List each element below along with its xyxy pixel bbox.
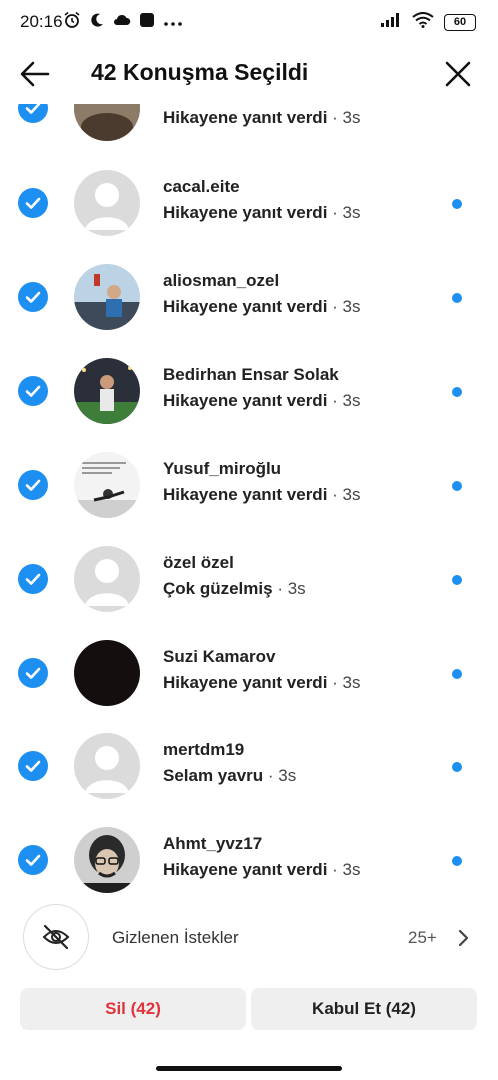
unread-dot (452, 387, 462, 397)
accept-button[interactable]: Kabul Et (42) (251, 988, 477, 1030)
selected-checkbox[interactable] (18, 282, 48, 312)
wifi-icon (412, 12, 434, 33)
hidden-requests-icon-circle (23, 904, 89, 970)
avatar (74, 827, 140, 893)
conversation-username: Suzi Kamarov (163, 647, 276, 666)
conversation-row[interactable]: Bedirhan Ensar Solak Hikayene yanıt verd… (0, 345, 498, 437)
conversation-message: Hikayene yanıt verdi · 3s (163, 108, 361, 127)
avatar (74, 264, 140, 330)
avatar-placeholder (74, 170, 140, 236)
conversation-username: aliosman_ozel (163, 271, 280, 290)
unread-dot (452, 481, 462, 491)
alarm-icon (63, 11, 81, 34)
delete-button[interactable]: Sil (42) (20, 988, 246, 1030)
battery-indicator: 60 (444, 14, 476, 31)
avatar (74, 358, 140, 424)
status-time: 20:16 (20, 12, 63, 31)
unread-dot (452, 762, 462, 772)
close-icon (445, 61, 471, 87)
conversation-row[interactable]: Ahmt_yvz17 Hikayene yanıt verdi · 3s (0, 814, 498, 906)
conversation-row[interactable]: özel özel Çok güzelmiş · 3s (0, 533, 498, 625)
unread-dot (452, 669, 462, 679)
selected-checkbox[interactable] (18, 658, 48, 688)
conversation-message: Hikayene yanıt verdi · 3s (163, 485, 361, 504)
conversation-row[interactable]: Suzi Kamarov Hikayene yanıt verdi · 3s (0, 627, 498, 719)
close-button[interactable] (442, 58, 474, 90)
conversation-username: özel özel (163, 553, 234, 572)
back-arrow-icon (20, 61, 50, 87)
selected-checkbox[interactable] (18, 845, 48, 875)
avatar (74, 640, 140, 706)
unread-dot (452, 293, 462, 303)
home-indicator[interactable] (156, 1066, 342, 1071)
conversation-username: mertdm19 (163, 740, 245, 759)
conversation-row[interactable]: Yusuf_miroğlu Hikayene yanıt verdi · 3s (0, 439, 498, 531)
more-notifications-icon (163, 14, 183, 32)
back-button[interactable] (18, 58, 52, 90)
conversation-message: Hikayene yanıt verdi · 3s (163, 297, 361, 316)
conversation-username: cacal.eite (163, 177, 240, 196)
conversation-message: Selam yavru · 3s (163, 766, 297, 785)
conversation-message: Hikayene yanıt verdi · 3s (163, 860, 361, 879)
avatar (74, 452, 140, 518)
selected-checkbox[interactable] (18, 564, 48, 594)
status-icons-left (63, 11, 183, 34)
hidden-requests-label: Gizlenen İstekler (112, 928, 239, 947)
conversation-row[interactable]: aliosman_ozel Hikayene yanıt verdi · 3s (0, 251, 498, 343)
unread-dot (452, 199, 462, 209)
conversation-username: Bedirhan Ensar Solak (163, 365, 339, 384)
signal-icon (380, 12, 402, 33)
moon-icon (89, 12, 105, 33)
selection-header: 42 Konuşma Seçildi (0, 44, 498, 104)
selected-checkbox[interactable] (18, 376, 48, 406)
hidden-requests-row[interactable]: Gizlenen İstekler 25+ (0, 904, 498, 970)
unread-dot (452, 856, 462, 866)
conversation-username: Yusuf_miroğlu (163, 459, 282, 478)
avatar-placeholder (74, 733, 140, 799)
hidden-requests-count: 25+ (408, 928, 437, 947)
selected-checkbox[interactable] (18, 470, 48, 500)
conversation-row[interactable]: mertdm19 Selam yavru · 3s (0, 720, 498, 812)
status-bar: 20:16 60 (0, 0, 498, 44)
chevron-right-icon (456, 929, 470, 947)
selected-checkbox[interactable] (18, 751, 48, 781)
eye-off-icon (42, 924, 70, 950)
unread-dot (452, 575, 462, 585)
page-title: 42 Konuşma Seçildi (91, 59, 309, 85)
conversation-row[interactable]: cacal.eite Hikayene yanıt verdi · 3s (0, 157, 498, 249)
avatar-placeholder (74, 546, 140, 612)
conversation-message: Çok güzelmiş · 3s (163, 579, 306, 598)
conversation-message: Hikayene yanıt verdi · 3s (163, 203, 361, 222)
conversation-message: Hikayene yanıt verdi · 3s (163, 673, 361, 692)
conversation-username: Ahmt_yvz17 (163, 834, 263, 853)
conversation-message: Hikayene yanıt verdi · 3s (163, 391, 361, 410)
cloud-icon (113, 13, 131, 32)
selected-checkbox[interactable] (18, 188, 48, 218)
app-notification-icon (139, 12, 155, 33)
status-icons-right: 60 (380, 12, 476, 33)
